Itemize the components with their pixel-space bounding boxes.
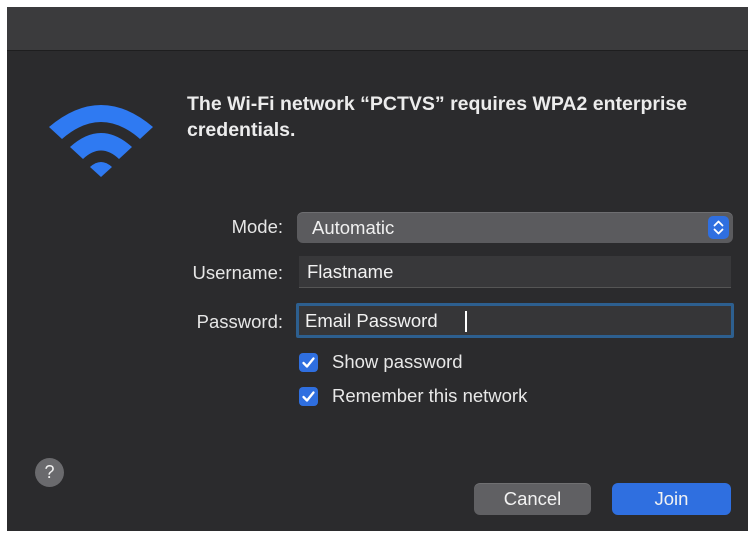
wifi-icon [49, 105, 153, 177]
username-field[interactable] [299, 256, 731, 287]
remember-network-checkbox[interactable] [299, 386, 318, 406]
password-field-box [296, 303, 734, 338]
join-button[interactable]: Join [612, 483, 731, 515]
remember-network-label: Remember this network [332, 385, 528, 406]
mode-label: Mode: [231, 216, 283, 237]
title-bar [7, 7, 748, 51]
mode-select-value: Automatic [312, 217, 395, 238]
chevron-up-down-icon [708, 216, 729, 239]
show-password-option[interactable]: Show password [299, 349, 463, 375]
username-field-box [299, 256, 731, 288]
remember-network-option[interactable]: Remember this network [299, 383, 527, 409]
mode-select[interactable]: Automatic [297, 212, 733, 243]
cancel-button[interactable]: Cancel [474, 483, 591, 515]
help-button[interactable]: ? [35, 458, 64, 487]
password-label: Password: [196, 311, 283, 332]
checkmark-icon [302, 390, 315, 402]
dialog-heading: The Wi-Fi network “PCTVS” requires WPA2 … [187, 93, 688, 141]
wifi-credentials-dialog: The Wi-Fi network “PCTVS” requires WPA2 … [7, 7, 748, 531]
text-caret [465, 311, 467, 332]
username-label: Username: [192, 262, 283, 283]
show-password-checkbox[interactable] [299, 352, 318, 372]
checkmark-icon [302, 356, 315, 368]
show-password-label: Show password [332, 351, 463, 372]
password-field[interactable] [299, 306, 731, 335]
